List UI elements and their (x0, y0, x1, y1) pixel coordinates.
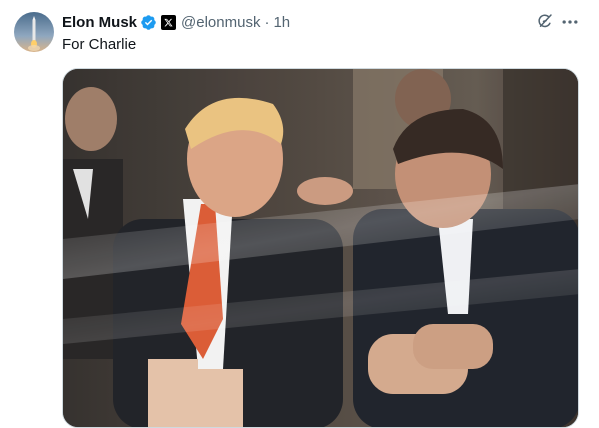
tweet-header: Elon Musk @elonmusk · 1h (62, 12, 290, 32)
x-logo-icon[interactable] (161, 14, 177, 30)
avatar[interactable] (14, 12, 54, 52)
author-handle[interactable]: @elonmusk (181, 14, 260, 31)
tweet-text: For Charlie (62, 36, 137, 53)
author-name[interactable]: Elon Musk (62, 14, 137, 31)
verified-badge-icon[interactable] (140, 14, 157, 31)
timestamp[interactable]: 1h (273, 14, 290, 31)
grok-icon[interactable] (536, 12, 554, 30)
more-options-icon[interactable] (560, 12, 580, 32)
tweet-photo[interactable] (62, 68, 579, 428)
separator-dot: · (264, 13, 270, 31)
tweet: Elon Musk @elonmusk · 1h For Charlie (0, 0, 599, 428)
